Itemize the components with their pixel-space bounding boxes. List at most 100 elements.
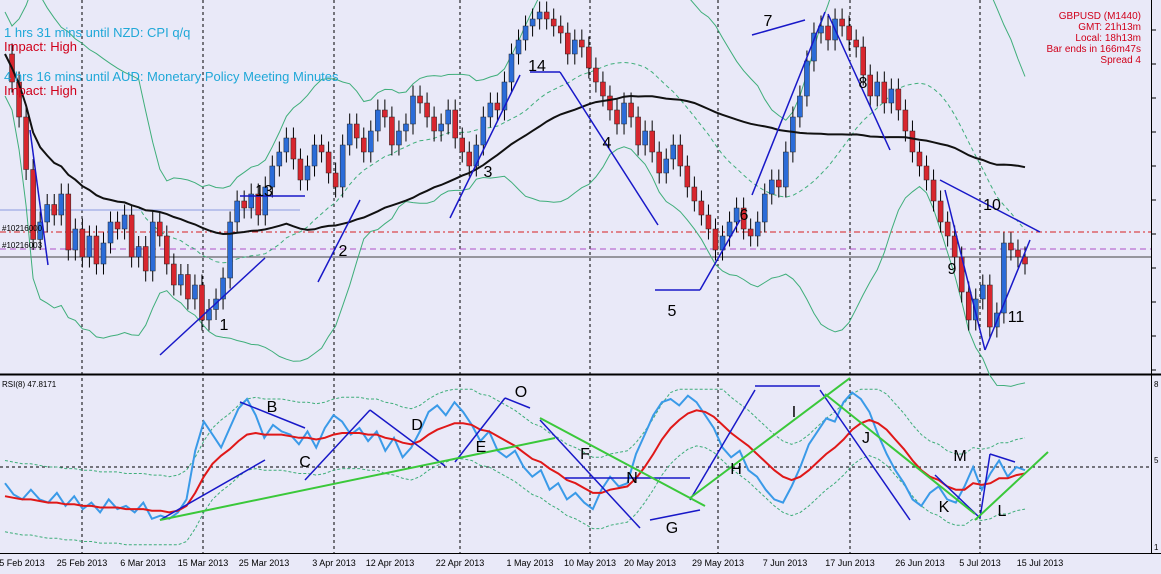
candle-body	[937, 200, 944, 223]
candle-body	[227, 221, 233, 279]
candle-body	[881, 81, 888, 104]
candle-body	[754, 221, 761, 237]
news-impact-1: Impact: High	[4, 39, 77, 54]
candle-body	[522, 25, 529, 41]
candle-body	[353, 123, 360, 139]
candle-body	[178, 274, 184, 286]
rsi-label-O: O	[515, 384, 527, 401]
candle-body	[290, 137, 297, 160]
candle-body	[656, 151, 662, 174]
rsi-label-E: E	[476, 439, 487, 456]
candle-body	[44, 204, 50, 223]
candle-body	[529, 18, 536, 27]
candle-body	[480, 116, 487, 146]
candle-body	[572, 39, 578, 55]
rsi-label-D: D	[411, 417, 423, 434]
candle-body	[51, 204, 57, 216]
wave-label-4: 4	[603, 135, 612, 152]
candle-body	[135, 246, 142, 258]
candle-body	[839, 18, 845, 27]
candle-body	[684, 165, 691, 188]
rsi-label-H: H	[730, 461, 742, 478]
wave-label-6: 6	[740, 207, 749, 224]
candle-body	[332, 172, 339, 188]
price-tag-2: #10216003	[2, 241, 43, 250]
candle-body	[557, 25, 564, 34]
wave-label-9: 9	[948, 261, 957, 278]
candle-body	[508, 53, 515, 83]
rsi-label-B: B	[267, 399, 278, 416]
wave-label-11: 11	[1008, 309, 1025, 326]
x-tick-label: 12 Apr 2013	[366, 558, 415, 568]
candle-body	[424, 102, 430, 118]
news-impact-2: Impact: High	[4, 83, 77, 98]
candle-body	[776, 179, 782, 188]
rsi-label-K: K	[939, 499, 950, 516]
wave-label-2: 2	[339, 243, 348, 260]
candle-body	[663, 158, 669, 174]
wave-label-13: 13	[255, 183, 273, 200]
candle-body	[431, 116, 437, 132]
candle-body	[536, 11, 543, 20]
candle-body	[825, 25, 831, 41]
x-tick-label: 20 May 2013	[624, 558, 676, 568]
news-countdown-2: 4 hrs 16 mins until AUD: Monetary Policy…	[4, 69, 339, 84]
rsi-label-M: M	[953, 448, 966, 465]
candle-body	[761, 193, 768, 223]
candle-body	[965, 291, 972, 321]
candle-body	[283, 137, 290, 153]
candle-body	[128, 214, 135, 258]
candle-body	[677, 144, 684, 167]
candle-body	[318, 144, 325, 153]
candle-body	[403, 123, 409, 132]
candle-body	[867, 74, 873, 97]
candle-body	[65, 193, 72, 251]
candle-body	[346, 123, 353, 146]
rsi-scale-mid: 5	[1154, 456, 1159, 465]
candle-body	[951, 235, 958, 258]
candle-body	[586, 46, 592, 69]
candle-body	[361, 137, 367, 153]
candle-body	[565, 32, 571, 55]
candle-body	[902, 109, 909, 132]
x-tick-label: 3 Apr 2013	[312, 558, 356, 568]
candle-body	[790, 116, 796, 153]
candle-body	[410, 95, 416, 125]
candle-body	[909, 130, 916, 153]
candle-body	[1008, 242, 1014, 251]
candle-body	[733, 207, 740, 223]
candle-body	[114, 221, 121, 230]
candle-body	[241, 200, 247, 209]
candle-body	[164, 235, 170, 265]
candle-body	[628, 102, 634, 118]
chart-canvas: 5 Feb 2013 25 Feb 2013 6 Mar 2013 15 Mar 20…	[0, 0, 1161, 568]
candle-body	[487, 102, 494, 118]
candle-body	[614, 109, 620, 125]
candle-body	[635, 116, 641, 146]
candle-body	[691, 186, 698, 202]
x-tick-label: 5 Jul 2013	[959, 558, 1001, 568]
x-tick-label: 17 Jun 2013	[825, 558, 875, 568]
candle-body	[325, 151, 332, 174]
candle-body	[895, 88, 902, 111]
rsi-scale-top: 8	[1154, 380, 1159, 389]
candle-body	[276, 151, 283, 167]
candle-body	[459, 137, 465, 153]
info-gmt: GMT: 21h13m	[1078, 22, 1141, 33]
candle-body	[607, 95, 613, 111]
rsi-label-G: G	[666, 520, 678, 537]
info-local: Local: 18h13m	[1075, 33, 1141, 44]
rsi-label-F: F	[580, 446, 590, 463]
candle-body	[621, 102, 627, 125]
candle-body	[980, 284, 986, 300]
x-tick-label: 25 Feb 2013	[57, 558, 108, 568]
candle-body	[297, 158, 304, 181]
x-tick-label: 15 Mar 2013	[178, 558, 229, 568]
candle-body	[649, 130, 655, 153]
candle-body	[375, 109, 381, 132]
candle-body	[698, 200, 705, 216]
candle-body	[382, 109, 388, 118]
candle-body	[888, 88, 895, 104]
candle-body	[804, 60, 810, 97]
x-tick-label: 10 May 2013	[564, 558, 616, 568]
